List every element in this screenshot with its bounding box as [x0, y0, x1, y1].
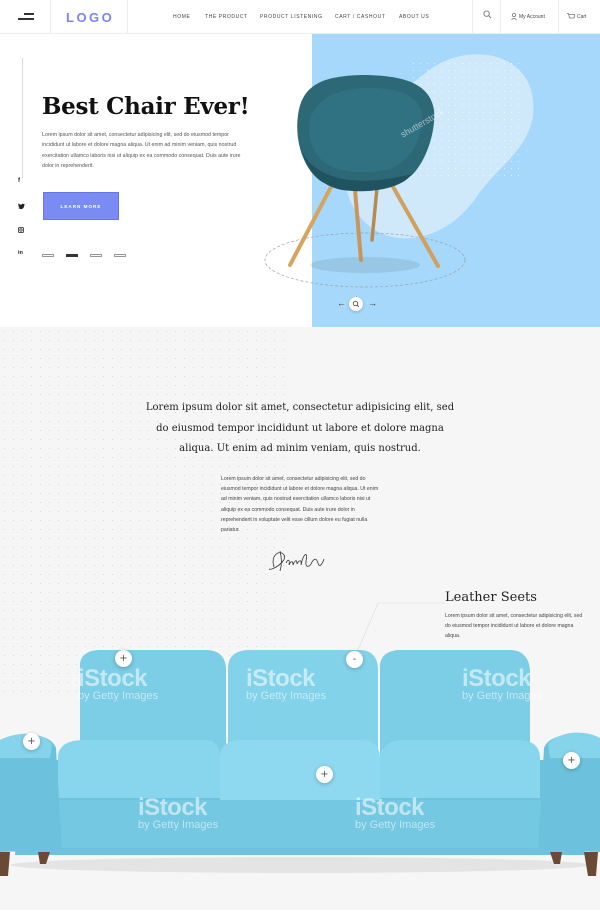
nav-link-product-listening[interactable]: PRODUCT LISTENING: [260, 14, 323, 20]
hotspot-button-active[interactable]: -: [346, 651, 363, 668]
arrow-right-icon[interactable]: →: [368, 298, 377, 308]
hero-description: Lorem ipsum dolor sit amet, consectetur …: [42, 132, 241, 169]
hotspot-button[interactable]: +: [23, 733, 40, 750]
watermark: iStock by Getty Images: [78, 665, 159, 703]
instagram-icon[interactable]: [18, 227, 24, 233]
chair-image: [264, 75, 466, 288]
nav-divider: [558, 0, 559, 34]
cart-link[interactable]: Cart: [577, 14, 586, 20]
arrow-left-icon[interactable]: ←: [337, 298, 346, 308]
watermark: iStock by Getty Images: [355, 794, 436, 832]
nav-link-cart-cashout[interactable]: CART / CASHOUT: [335, 14, 385, 20]
search-icon[interactable]: [483, 10, 492, 19]
feature-description: Lorem ipsum dolor sit amet, consectetur …: [445, 613, 583, 640]
nav-divider: [472, 0, 473, 34]
hotspot-button[interactable]: +: [563, 752, 580, 769]
facebook-icon[interactable]: f: [18, 178, 20, 184]
watermark: iStock by Getty Images: [246, 665, 327, 703]
feature-title: Leather Seets: [445, 590, 537, 605]
intro-body: Lorem ipsum dolor sit amet, consectetur …: [221, 476, 379, 534]
intro-quote: Lorem ipsum dolor sit amet, consectetur …: [145, 402, 455, 454]
logo[interactable]: LOGO: [66, 10, 114, 25]
watermark: iStock by Getty Images: [138, 794, 219, 832]
nav-divider: [50, 0, 51, 34]
hotspot-button[interactable]: +: [316, 766, 333, 783]
nav-link-product[interactable]: THE PRODUCT: [205, 14, 248, 20]
cart-icon: [567, 13, 575, 19]
top-navigation: LOGO HOME THE PRODUCT PRODUCT LISTENING …: [0, 0, 600, 34]
slider-dot[interactable]: [114, 254, 126, 257]
slider-dot-active[interactable]: [66, 254, 78, 257]
nav-divider: [500, 0, 501, 34]
slider-dot[interactable]: [90, 254, 102, 257]
nav-link-home[interactable]: HOME: [173, 14, 190, 20]
side-divider: [22, 58, 23, 178]
nav-link-about-us[interactable]: ABOUT US: [399, 14, 429, 20]
hotspot-button[interactable]: +: [115, 650, 132, 667]
nav-divider: [127, 0, 128, 34]
user-icon: [511, 13, 517, 20]
my-account-link[interactable]: My Account: [519, 14, 545, 20]
learn-more-button[interactable]: LEARN MORE: [43, 192, 119, 220]
linkedin-icon[interactable]: in: [18, 250, 23, 256]
slider-dot[interactable]: [42, 254, 54, 257]
search-icon: [352, 300, 360, 308]
hero-title: Best Chair Ever!: [42, 93, 250, 120]
menu-icon[interactable]: [16, 12, 34, 22]
twitter-icon[interactable]: [18, 203, 25, 209]
signature-image: [268, 550, 325, 572]
zoom-button[interactable]: [349, 297, 363, 311]
watermark: iStock by Getty Images: [462, 665, 543, 703]
